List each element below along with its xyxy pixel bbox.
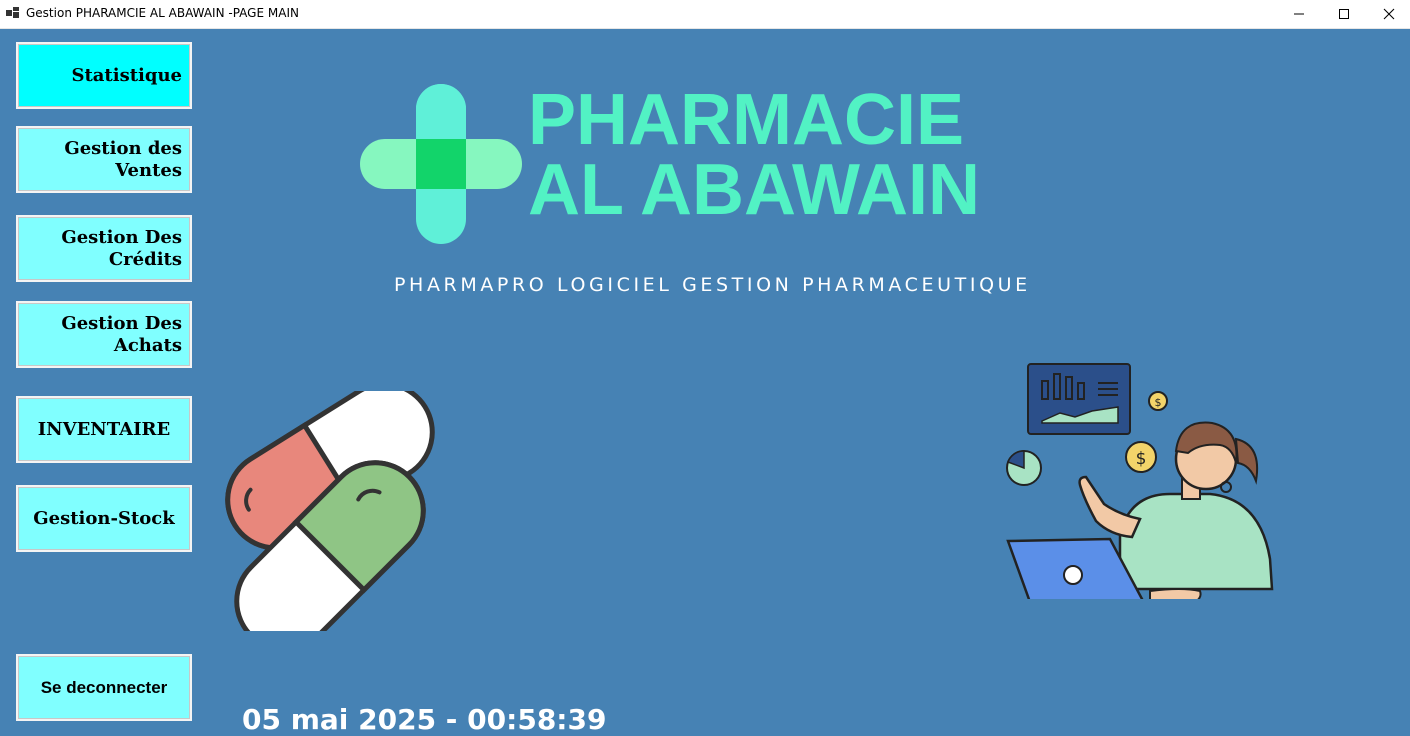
- gestion-ventes-button[interactable]: Gestion des Ventes: [16, 126, 192, 193]
- gestion-achats-button[interactable]: Gestion Des Achats: [16, 301, 192, 368]
- svg-text:$: $: [1136, 449, 1147, 469]
- main-panel: Statistique Gestion des Ventes Gestion D…: [0, 29, 1410, 736]
- minimize-button[interactable]: [1276, 0, 1322, 28]
- title-bar: Gestion PHARAMCIE AL ABAWAIN -PAGE MAIN: [0, 0, 1410, 29]
- logout-button[interactable]: Se deconnecter: [16, 654, 192, 721]
- gestion-stock-button[interactable]: Gestion-Stock: [16, 485, 192, 552]
- inventaire-button[interactable]: INVENTAIRE: [16, 396, 192, 463]
- brand-name-line1: PHARMACIE: [528, 80, 965, 160]
- minimize-icon: [1294, 13, 1304, 15]
- maximize-button[interactable]: [1321, 0, 1367, 28]
- app-icon: [6, 7, 19, 18]
- svg-text:$: $: [1155, 396, 1162, 409]
- maximize-icon: [1339, 9, 1349, 19]
- close-button[interactable]: [1366, 0, 1410, 28]
- brand-name-line2: AL ABAWAIN: [528, 150, 981, 230]
- medical-cross-icon: [360, 84, 522, 244]
- datetime-label: 05 mai 2025 - 00:58:39: [242, 703, 607, 736]
- brand-tagline: PHARMAPRO LOGICIEL GESTION PHARMACEUTIQU…: [394, 274, 1031, 296]
- window-title: Gestion PHARAMCIE AL ABAWAIN -PAGE MAIN: [26, 6, 299, 20]
- statistique-button[interactable]: Statistique: [16, 42, 192, 109]
- analytics-woman-illustration: $ $: [1006, 363, 1274, 599]
- close-icon: [1383, 8, 1395, 20]
- gestion-credits-button[interactable]: Gestion Des Crédits: [16, 215, 192, 282]
- pills-illustration: [225, 391, 435, 631]
